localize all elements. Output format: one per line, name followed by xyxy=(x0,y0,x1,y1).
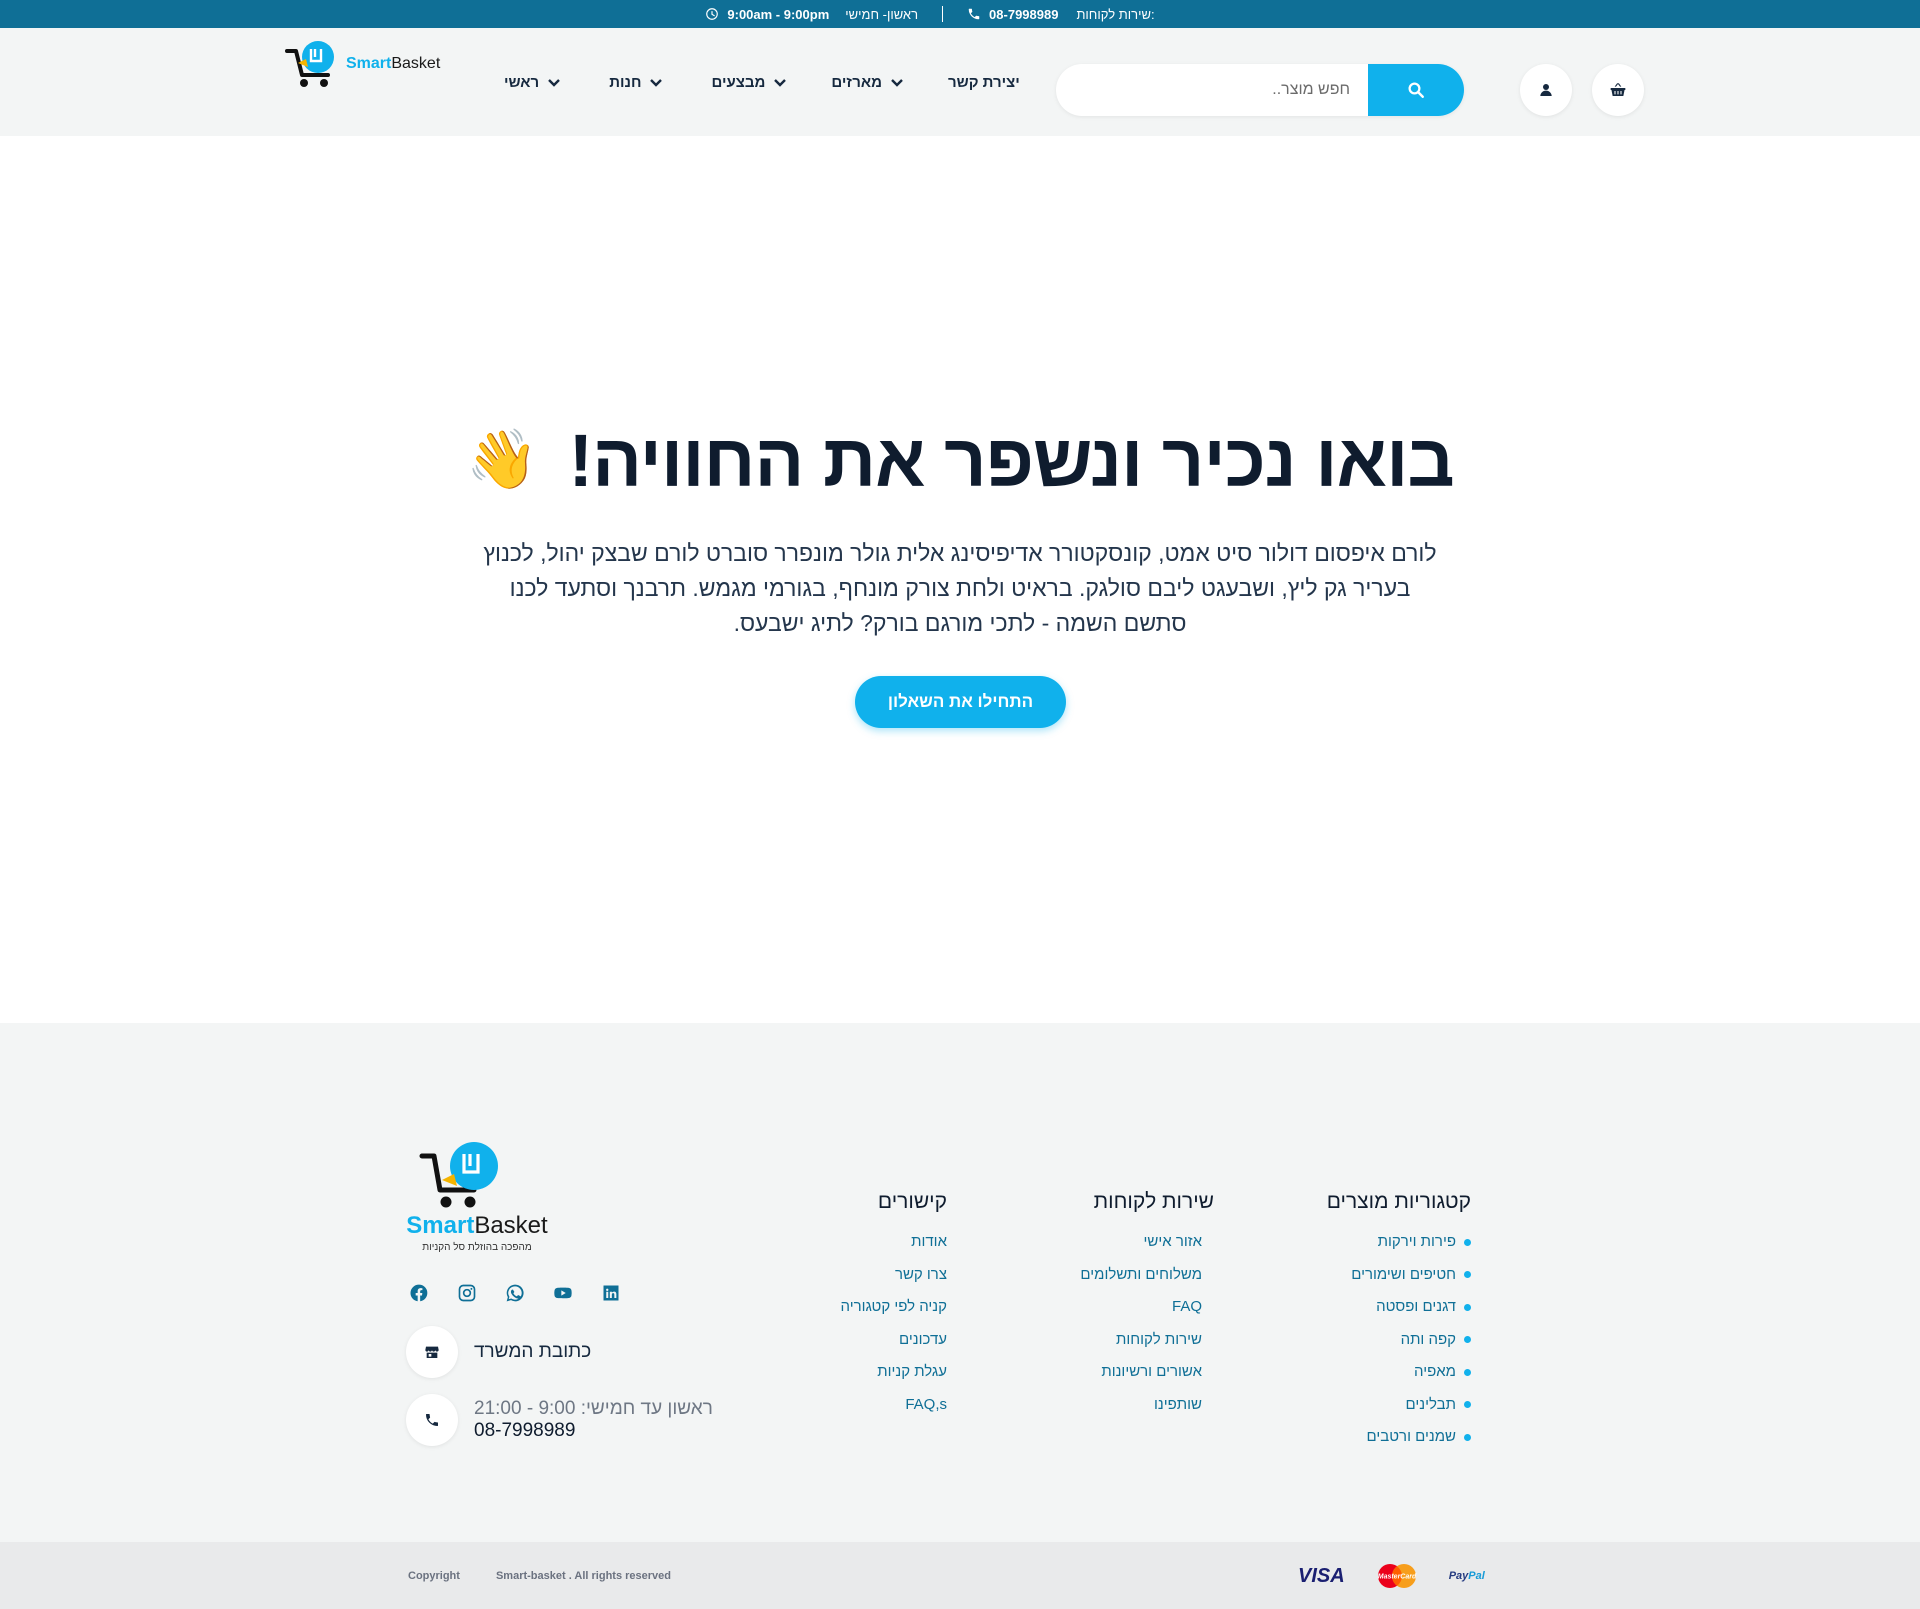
footer-tagline: מהפכה בהוזלת סל הקניות xyxy=(422,1242,532,1253)
footer-phone: 08-7998989 xyxy=(474,1420,576,1441)
footer-link[interactable]: מאפיה xyxy=(1296,1362,1471,1395)
footer-link[interactable]: דגנים ופסטה xyxy=(1296,1297,1471,1330)
phone-contact-row[interactable]: ראשון עד חמישי: 9:00 - 21:00 08-7998989 xyxy=(406,1394,726,1446)
header-logo[interactable]: SmartBasket xyxy=(284,36,444,92)
cart-button[interactable] xyxy=(1592,64,1644,116)
youtube-icon[interactable] xyxy=(552,1282,574,1304)
payment-methods: VISA MasterCard PayPal xyxy=(1298,1561,1508,1591)
footer-link[interactable]: תבלינים xyxy=(1296,1395,1471,1428)
service-phone[interactable]: 08-7998989 שירות לקוחות: xyxy=(967,7,1155,22)
office-address-label: כתובת המשרד xyxy=(474,1341,592,1362)
footer-col-categories: קטגוריות מוצרים פירות וירקות חטיפים ושימ… xyxy=(1296,1190,1471,1460)
nav-item-contact[interactable]: יצירת קשר xyxy=(948,74,1020,91)
search-bar xyxy=(1056,64,1464,116)
nav-item-packages[interactable]: מארזים xyxy=(831,74,904,91)
logo-cart-icon xyxy=(285,41,334,87)
phone-icon xyxy=(426,1414,438,1426)
whatsapp-icon[interactable] xyxy=(504,1282,526,1304)
chevron-down-icon xyxy=(548,79,561,87)
opening-hours: 9:00am - 9:00pm ראשון- חמישי xyxy=(705,7,918,22)
footer-link[interactable]: צרו קשר xyxy=(830,1265,947,1298)
clock-icon xyxy=(706,8,719,20)
user-icon xyxy=(1540,84,1552,96)
footer-link[interactable]: שירות לקוחות xyxy=(1060,1330,1214,1363)
search-input[interactable] xyxy=(1072,64,1362,116)
rights-text: Smart-basket . All rights reserved xyxy=(495,1570,672,1582)
footer-link[interactable]: אשורים ורשיונות xyxy=(1060,1362,1214,1395)
hours-text: 9:00am - 9:00pm xyxy=(727,6,830,22)
basket-icon xyxy=(1610,83,1626,96)
phone-icon-button xyxy=(406,1394,458,1446)
topbar-phone: 08-7998989 xyxy=(989,6,1059,22)
search-button[interactable] xyxy=(1368,64,1464,116)
nav-item-sales[interactable]: מבצעים xyxy=(711,74,787,91)
footer-link[interactable]: עגלת קניות xyxy=(830,1362,947,1395)
footer-col-title: קישורים xyxy=(877,1190,947,1213)
top-info-bar: 9:00am - 9:00pm ראשון- חמישי 08-7998989 … xyxy=(0,0,1920,28)
search-icon xyxy=(1408,82,1424,98)
facebook-icon[interactable] xyxy=(408,1282,430,1304)
nav-item-home[interactable]: ראשי xyxy=(504,74,561,91)
start-questionnaire-button[interactable]: התחילו את השאלון xyxy=(855,676,1066,728)
nav-item-label: ראשי xyxy=(504,73,540,91)
footer-link[interactable]: משלוחים ותשלומים xyxy=(1060,1265,1214,1298)
footer-link[interactable]: אודות xyxy=(830,1232,947,1265)
paypal-icon: PayPal xyxy=(1448,1570,1485,1582)
nav-item-label: מארזים xyxy=(831,73,882,91)
page-title: בואו נכיר ונשפר את החוויה! xyxy=(568,418,1454,502)
footer-link[interactable]: עדכונים xyxy=(830,1330,947,1363)
hero-description: לורם איפסום דולור סיט אמט, קונסקטורר אדי… xyxy=(483,540,1437,636)
copyright-label: Copyright xyxy=(408,1570,460,1582)
store-icon-button xyxy=(406,1326,458,1378)
nav-item-shop[interactable]: חנות xyxy=(609,74,663,91)
bottom-bar xyxy=(0,1542,1920,1609)
copyright: Copyright Smart-basket . All rights rese… xyxy=(408,1570,671,1582)
service-label: שירות לקוחות: xyxy=(1076,6,1155,22)
hero-heading: בואו נכיר ונשפר את החוויה! 👋 xyxy=(460,418,1460,502)
footer-logo[interactable]: SmartBasket מהפכה בהוזלת סל הקניות xyxy=(404,1140,550,1260)
nav-item-label: יצירת קשר xyxy=(947,73,1020,91)
footer-link[interactable]: FAQ xyxy=(1060,1297,1214,1330)
footer-col-title: שירות לקוחות xyxy=(1093,1190,1214,1213)
topbar-divider xyxy=(942,6,944,22)
footer-col-service: שירות לקוחות אזור אישי משלוחים ותשלומים … xyxy=(1060,1190,1214,1427)
logo-text: SmartBasket xyxy=(346,55,441,72)
footer-col-title: קטגוריות מוצרים xyxy=(1326,1190,1471,1213)
social-links xyxy=(408,1282,628,1304)
account-button[interactable] xyxy=(1520,64,1572,116)
footer-link[interactable]: אזור אישי xyxy=(1060,1232,1214,1265)
nav-item-label: מבצעים xyxy=(711,73,766,91)
footer-link[interactable]: קפה ותה xyxy=(1296,1330,1471,1363)
footer-link[interactable]: חטיפים ושימורים xyxy=(1296,1265,1471,1298)
visa-icon: VISA xyxy=(1298,1564,1345,1587)
phone-contact-text: ראשון עד חמישי: 9:00 - 21:00 08-7998989 xyxy=(474,1398,713,1442)
footer-hours: ראשון עד חמישי: 9:00 - 21:00 xyxy=(474,1398,713,1419)
chevron-down-icon xyxy=(891,79,903,87)
nav-item-label: חנות xyxy=(609,73,642,91)
phone-icon xyxy=(968,8,980,20)
mastercard-icon: MasterCard xyxy=(1377,1564,1417,1588)
linkedin-icon[interactable] xyxy=(600,1282,622,1304)
main-nav: ראשי חנות מבצעים מארזים יצירת קשר xyxy=(500,28,1020,136)
footer-logo-text: SmartBasket xyxy=(406,1212,548,1239)
logo-cart-icon xyxy=(419,1142,498,1208)
footer-link[interactable]: שותפינו xyxy=(1060,1395,1214,1428)
store-icon xyxy=(425,1346,439,1358)
chevron-down-icon xyxy=(774,79,787,87)
chevron-down-icon xyxy=(650,79,663,87)
footer-link[interactable]: שמנים ורטבים xyxy=(1296,1427,1471,1460)
waving-hand-icon: 👋 xyxy=(466,427,539,492)
site-footer xyxy=(0,1023,1920,1542)
footer-link[interactable]: פירות וירקות xyxy=(1296,1232,1471,1265)
instagram-icon[interactable] xyxy=(456,1282,478,1304)
footer-link[interactable]: FAQ,s xyxy=(830,1395,947,1428)
days-text: ראשון- חמישי xyxy=(845,6,919,22)
office-address-row[interactable]: כתובת המשרד xyxy=(406,1326,726,1378)
footer-col-links: קישורים אודות צרו קשר קניה לפי קטגוריה ע… xyxy=(830,1190,947,1427)
mastercard-label: MasterCard xyxy=(1377,1574,1416,1581)
footer-link[interactable]: קניה לפי קטגוריה xyxy=(830,1297,947,1330)
